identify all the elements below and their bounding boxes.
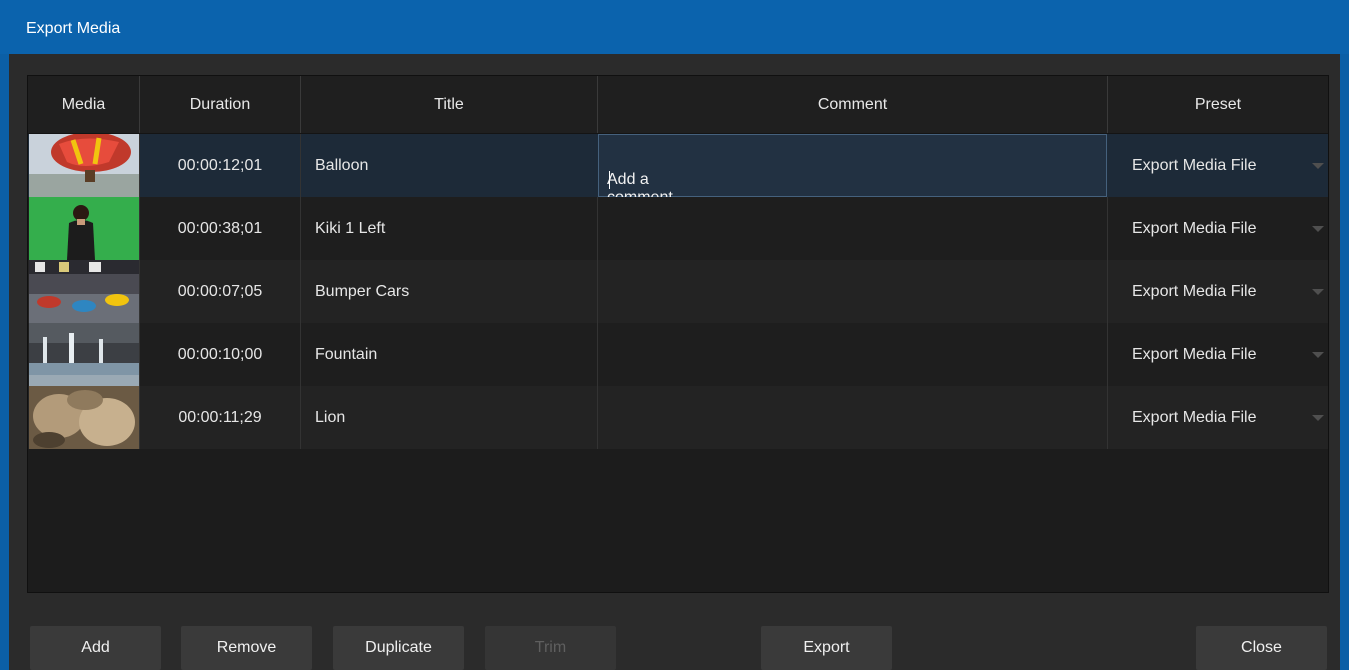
table-header: Media Duration Title Comment Preset [28, 76, 1328, 134]
media-table: Media Duration Title Comment Preset 00:0… [27, 75, 1329, 593]
text-caret [609, 171, 610, 189]
title-cell[interactable]: Bumper Cars [301, 260, 598, 323]
export-button[interactable]: Export [761, 626, 892, 670]
comment-cell[interactable] [598, 323, 1108, 386]
thumbnail-lion [29, 386, 139, 449]
chevron-down-icon[interactable] [1312, 226, 1324, 232]
comment-cell[interactable] [598, 386, 1108, 449]
preset-dropdown[interactable]: Export Media File [1108, 197, 1328, 260]
remove-button[interactable]: Remove [181, 626, 312, 670]
thumbnail-fountain [29, 323, 139, 386]
header-title[interactable]: Title [301, 76, 598, 133]
duration-cell: 00:00:12;01 [177, 157, 263, 174]
duration-cell: 00:00:10;00 [177, 346, 263, 363]
chevron-down-icon[interactable] [1312, 163, 1324, 169]
preset-dropdown[interactable]: Export Media File [1108, 323, 1328, 386]
chevron-down-icon[interactable] [1312, 289, 1324, 295]
add-button[interactable]: Add [30, 626, 161, 670]
header-preset[interactable]: Preset [1108, 76, 1328, 133]
table-row[interactable]: 00:00:11;29 Lion Export Media File [28, 386, 1328, 449]
preset-dropdown[interactable]: Export Media File [1108, 260, 1328, 323]
title-cell[interactable]: Lion [301, 386, 598, 449]
duplicate-button[interactable]: Duplicate [333, 626, 464, 670]
title-bar[interactable]: Export Media [0, 0, 1349, 54]
comment-cell[interactable] [598, 260, 1108, 323]
preset-dropdown[interactable]: Export Media File [1108, 134, 1328, 197]
duration-cell: 00:00:11;29 [178, 409, 262, 426]
dialog-body: Media Duration Title Comment Preset 00:0… [9, 54, 1340, 670]
duration-cell: 00:00:07;05 [177, 283, 263, 300]
chevron-down-icon[interactable] [1312, 415, 1324, 421]
header-comment[interactable]: Comment [598, 76, 1108, 133]
thumbnail-bumper-cars [29, 260, 139, 323]
comment-cell[interactable] [598, 197, 1108, 260]
window-title: Export Media [26, 20, 121, 37]
trim-button[interactable]: Trim [485, 626, 616, 670]
table-row[interactable]: 00:00:10;00 Fountain Export Media File [28, 323, 1328, 386]
table-row[interactable]: 00:00:07;05 Bumper Cars Export Media Fil… [28, 260, 1328, 323]
comment-input[interactable]: Add a comment here ... [598, 134, 1107, 224]
table-row[interactable]: 00:00:38;01 Kiki 1 Left Export Media Fil… [28, 197, 1328, 260]
export-media-dialog: Export Media Media Duration Title Commen… [0, 0, 1349, 670]
preset-dropdown[interactable]: Export Media File [1108, 386, 1328, 449]
close-button[interactable]: Close [1196, 626, 1327, 670]
title-cell[interactable]: Fountain [301, 323, 598, 386]
header-duration[interactable]: Duration [140, 76, 301, 133]
title-cell[interactable]: Balloon [301, 134, 598, 197]
title-cell[interactable]: Kiki 1 Left [301, 197, 598, 260]
duration-cell: 00:00:38;01 [177, 220, 263, 237]
thumbnail-kiki [29, 197, 139, 260]
thumbnail-balloon [29, 134, 139, 197]
header-media[interactable]: Media [28, 76, 140, 133]
table-row[interactable]: 00:00:12;01 Balloon Add a comment here .… [28, 134, 1328, 224]
chevron-down-icon[interactable] [1312, 352, 1324, 358]
